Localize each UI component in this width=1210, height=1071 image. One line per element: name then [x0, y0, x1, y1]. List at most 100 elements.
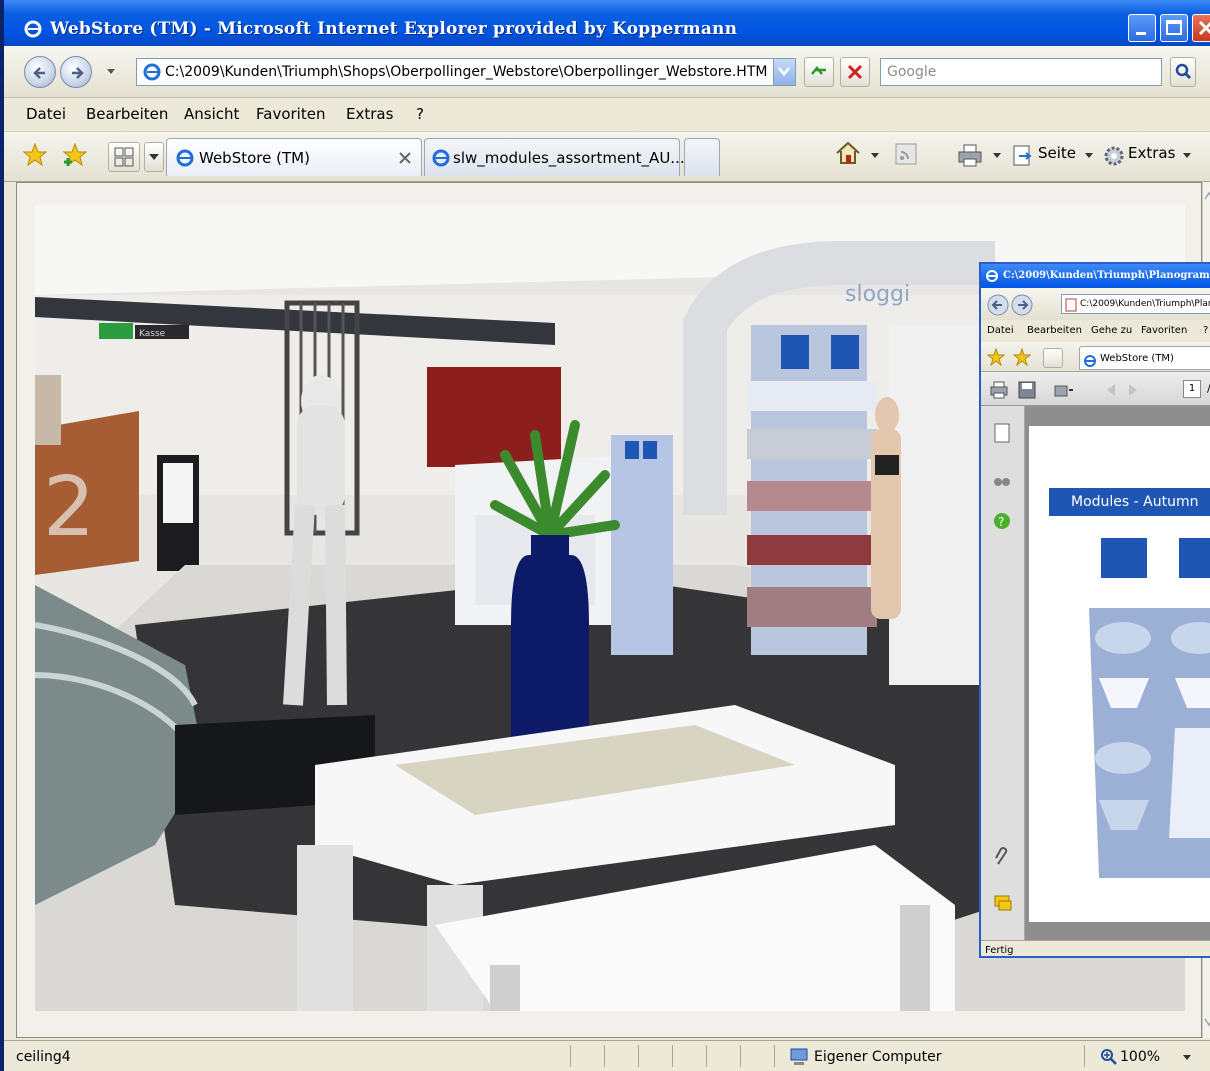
search-icon [1175, 63, 1192, 80]
print-icon[interactable] [989, 380, 1009, 400]
arrow-left-icon [33, 67, 45, 79]
new-tab-button[interactable] [684, 138, 720, 176]
comments-icon[interactable] [993, 894, 1013, 912]
tab-close-icon[interactable] [399, 152, 411, 164]
tools-menu-button[interactable]: Extras [1128, 144, 1175, 162]
scroll-down-icon[interactable] [1203, 1014, 1210, 1030]
pdf-toolbar: 1 / [981, 372, 1210, 406]
svg-text:?: ? [998, 515, 1004, 529]
popup-menu-bearbeiten[interactable]: Bearbeiten [1027, 325, 1082, 336]
chevron-down-icon[interactable] [1182, 152, 1192, 160]
forward-button[interactable] [1011, 294, 1033, 316]
previous-page-icon[interactable] [1103, 382, 1119, 398]
pages-icon[interactable] [993, 422, 1011, 444]
address-bar[interactable]: C:\2009\Kunden\Triumph\Shops\Oberpolling… [136, 58, 796, 86]
minimize-button[interactable] [1128, 14, 1156, 42]
save-icon[interactable] [1017, 380, 1037, 400]
modules-banner: Modules - Autumn [1049, 488, 1210, 516]
floor-number: 2 [43, 460, 95, 555]
computer-zone-icon [790, 1048, 808, 1065]
tab-modules-assortment[interactable]: slw_modules_assortment_AU... [424, 138, 685, 176]
planogram-popup-window[interactable]: C:\2009\Kunden\Triumph\Planogram C:\2009… [979, 262, 1210, 958]
maximize-button[interactable] [1160, 14, 1188, 42]
back-button[interactable] [24, 56, 56, 88]
search-box[interactable]: Google [880, 58, 1162, 86]
add-favorite-icon[interactable] [1013, 348, 1031, 366]
window-title: WebStore (TM) - Microsoft Internet Explo… [50, 19, 738, 39]
search-button[interactable] [1170, 57, 1196, 87]
title-bar[interactable]: WebStore (TM) - Microsoft Internet Explo… [4, 0, 1210, 46]
address-input[interactable]: C:\2009\Kunden\Triumph\Shops\Oberpolling… [165, 64, 775, 80]
status-divider [1084, 1045, 1085, 1067]
favorites-star-icon[interactable] [22, 142, 48, 168]
popup-address-input[interactable]: C:\2009\Kunden\Triumph\Plan [1061, 294, 1210, 314]
status-divider [706, 1045, 707, 1067]
popup-menu-help[interactable]: ? [1203, 325, 1208, 336]
chevron-down-icon[interactable] [870, 152, 880, 160]
browser-window: WebStore (TM) - Microsoft Internet Explo… [0, 0, 1210, 1071]
gear-icon [1104, 146, 1124, 166]
close-button[interactable] [1192, 14, 1210, 42]
back-button[interactable] [987, 294, 1009, 316]
popup-menu-favoriten[interactable]: Favoriten [1141, 325, 1187, 336]
tab-webstore[interactable]: WebStore (TM) [166, 138, 422, 176]
tab-list-button[interactable] [144, 142, 164, 172]
status-text: ceiling4 [16, 1049, 71, 1065]
menu-bar: Datei Bearbeiten Ansicht Favoriten Extra… [4, 98, 1210, 132]
popup-menu-gehe-zu[interactable]: Gehe zu [1091, 325, 1132, 336]
menu-favoriten[interactable]: Favoriten [256, 105, 325, 123]
chevron-down-icon [778, 67, 790, 76]
scroll-up-icon[interactable] [1203, 188, 1210, 204]
menu-extras[interactable]: Extras [346, 105, 393, 123]
status-divider [604, 1045, 605, 1067]
menu-ansicht[interactable]: Ansicht [184, 105, 239, 123]
refresh-button[interactable] [804, 57, 834, 87]
chevron-down-icon[interactable] [1182, 1054, 1192, 1062]
pdf-document-area[interactable]: Modules - Autumn [1025, 406, 1210, 940]
popup-tab-webstore[interactable]: WebStore (TM) [1079, 346, 1210, 370]
page-number-input[interactable]: 1 [1183, 380, 1201, 398]
search-input[interactable]: Google [887, 64, 936, 80]
stop-button[interactable] [840, 57, 870, 87]
forward-button[interactable] [60, 56, 92, 88]
print-icon[interactable] [956, 142, 984, 168]
status-divider [774, 1045, 775, 1067]
ie-page-icon [432, 149, 450, 167]
close-icon [1198, 20, 1210, 36]
address-dropdown[interactable] [773, 59, 795, 85]
ie-logo-icon [24, 20, 42, 38]
chevron-down-icon[interactable] [992, 152, 1002, 160]
tab-label: WebStore (TM) [199, 149, 310, 167]
zoom-level[interactable]: 100% [1120, 1049, 1160, 1065]
add-favorite-icon[interactable] [62, 142, 88, 168]
page-icon [1013, 145, 1032, 166]
menu-help[interactable]: ? [416, 105, 424, 123]
popup-menu-datei[interactable]: Datei [987, 325, 1014, 336]
exit-sign-icon [99, 323, 133, 339]
popup-title[interactable]: C:\2009\Kunden\Triumph\Planogram [981, 264, 1210, 288]
menu-datei[interactable]: Datei [26, 105, 66, 123]
tab-label: slw_modules_assortment_AU... [453, 149, 685, 167]
zoom-icon[interactable] [1100, 1048, 1118, 1066]
tab-bar: WebStore (TM) slw_modules_assortment_AU.… [4, 132, 1210, 182]
page-menu-button[interactable]: Seite [1038, 144, 1076, 162]
popup-quick-tabs-button[interactable] [1043, 348, 1063, 368]
history-dropdown-icon[interactable] [106, 68, 116, 76]
quick-tabs-button[interactable] [108, 142, 140, 172]
help-icon[interactable]: ? [993, 512, 1011, 530]
next-page-icon[interactable] [1125, 382, 1141, 398]
chevron-down-icon[interactable] [1084, 152, 1094, 160]
pdf-page: Modules - Autumn [1029, 426, 1210, 922]
binoculars-icon[interactable] [993, 470, 1011, 488]
paperclip-icon[interactable] [993, 846, 1011, 868]
share-icon[interactable] [1053, 380, 1075, 400]
popup-status-bar: Fertig [981, 940, 1210, 956]
menu-bearbeiten[interactable]: Bearbeiten [86, 105, 168, 123]
feeds-icon[interactable] [894, 142, 918, 166]
favorites-star-icon[interactable] [987, 348, 1005, 366]
security-zone: Eigener Computer [814, 1049, 942, 1065]
pdf-sidebar: ? [981, 406, 1025, 940]
home-icon[interactable] [834, 140, 862, 166]
page-icon [143, 63, 161, 81]
popup-menu-bar: Datei Bearbeiten Gehe zu Favoriten ? [981, 320, 1210, 342]
